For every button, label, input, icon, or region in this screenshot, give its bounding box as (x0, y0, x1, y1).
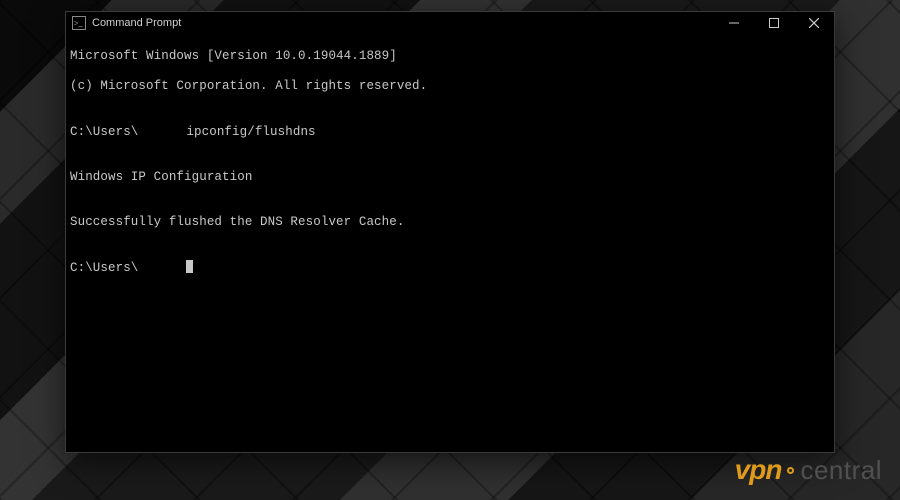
terminal-prompt-line: C:\Users\ ipconfig/flushdns (70, 124, 830, 140)
window-controls (714, 12, 834, 34)
command-prompt-icon: >_ (72, 16, 86, 30)
watermark-dot-icon (787, 467, 794, 474)
terminal-line: (c) Microsoft Corporation. All rights re… (70, 79, 830, 94)
watermark-logo: vpn central (735, 454, 882, 486)
typed-command: ipconfig/flushdns (186, 125, 315, 139)
command-prompt-window: >_ Command Prompt Microsoft Windows [Ver… (65, 11, 835, 453)
watermark-text-left: vpn (735, 454, 782, 486)
titlebar[interactable]: >_ Command Prompt (66, 12, 834, 34)
minimize-button[interactable] (714, 12, 754, 34)
terminal-line: Successfully flushed the DNS Resolver Ca… (70, 215, 830, 230)
terminal-line: Windows IP Configuration (70, 170, 830, 185)
prompt-path: C:\Users\ (70, 125, 138, 139)
prompt-path: C:\Users\ (70, 261, 138, 275)
svg-text:>_: >_ (74, 19, 84, 28)
terminal-line: Microsoft Windows [Version 10.0.19044.18… (70, 49, 830, 64)
redacted-username (138, 124, 186, 136)
terminal-output[interactable]: Microsoft Windows [Version 10.0.19044.18… (70, 34, 830, 448)
terminal-prompt-line: C:\Users\ (70, 260, 830, 276)
close-button[interactable] (794, 12, 834, 34)
maximize-button[interactable] (754, 12, 794, 34)
text-cursor (186, 260, 193, 273)
watermark-text-right: central (800, 455, 882, 486)
window-title: Command Prompt (92, 17, 181, 29)
redacted-username (138, 260, 186, 272)
